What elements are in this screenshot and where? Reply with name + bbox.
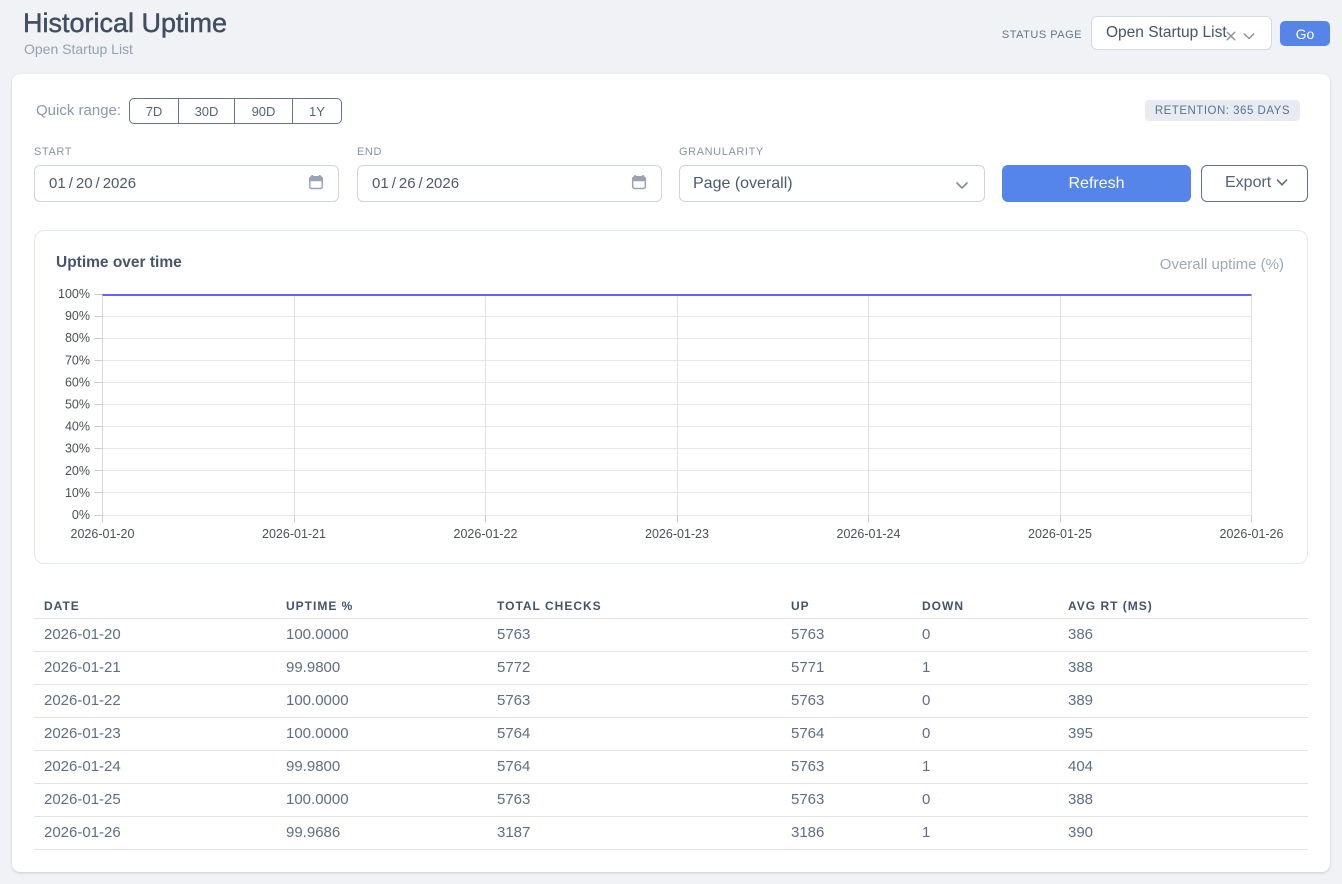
svg-text:2026-01-23: 2026-01-23 bbox=[645, 527, 709, 541]
svg-text:2026-01-24: 2026-01-24 bbox=[837, 527, 901, 541]
svg-text:60%: 60% bbox=[65, 375, 90, 389]
svg-text:2026-01-21: 2026-01-21 bbox=[262, 527, 326, 541]
svg-text:10%: 10% bbox=[65, 486, 90, 500]
svg-text:90%: 90% bbox=[65, 309, 90, 323]
svg-text:100%: 100% bbox=[58, 287, 90, 301]
svg-text:2026-01-22: 2026-01-22 bbox=[454, 527, 518, 541]
svg-text:2026-01-20: 2026-01-20 bbox=[71, 527, 135, 541]
svg-text:50%: 50% bbox=[65, 398, 90, 412]
svg-text:40%: 40% bbox=[65, 420, 90, 434]
svg-text:20%: 20% bbox=[65, 464, 90, 478]
svg-text:70%: 70% bbox=[65, 353, 90, 367]
svg-text:80%: 80% bbox=[65, 331, 90, 345]
svg-text:2026-01-25: 2026-01-25 bbox=[1028, 527, 1092, 541]
svg-text:30%: 30% bbox=[65, 442, 90, 456]
svg-text:2026-01-26: 2026-01-26 bbox=[1220, 527, 1284, 541]
svg-text:0%: 0% bbox=[72, 508, 90, 522]
